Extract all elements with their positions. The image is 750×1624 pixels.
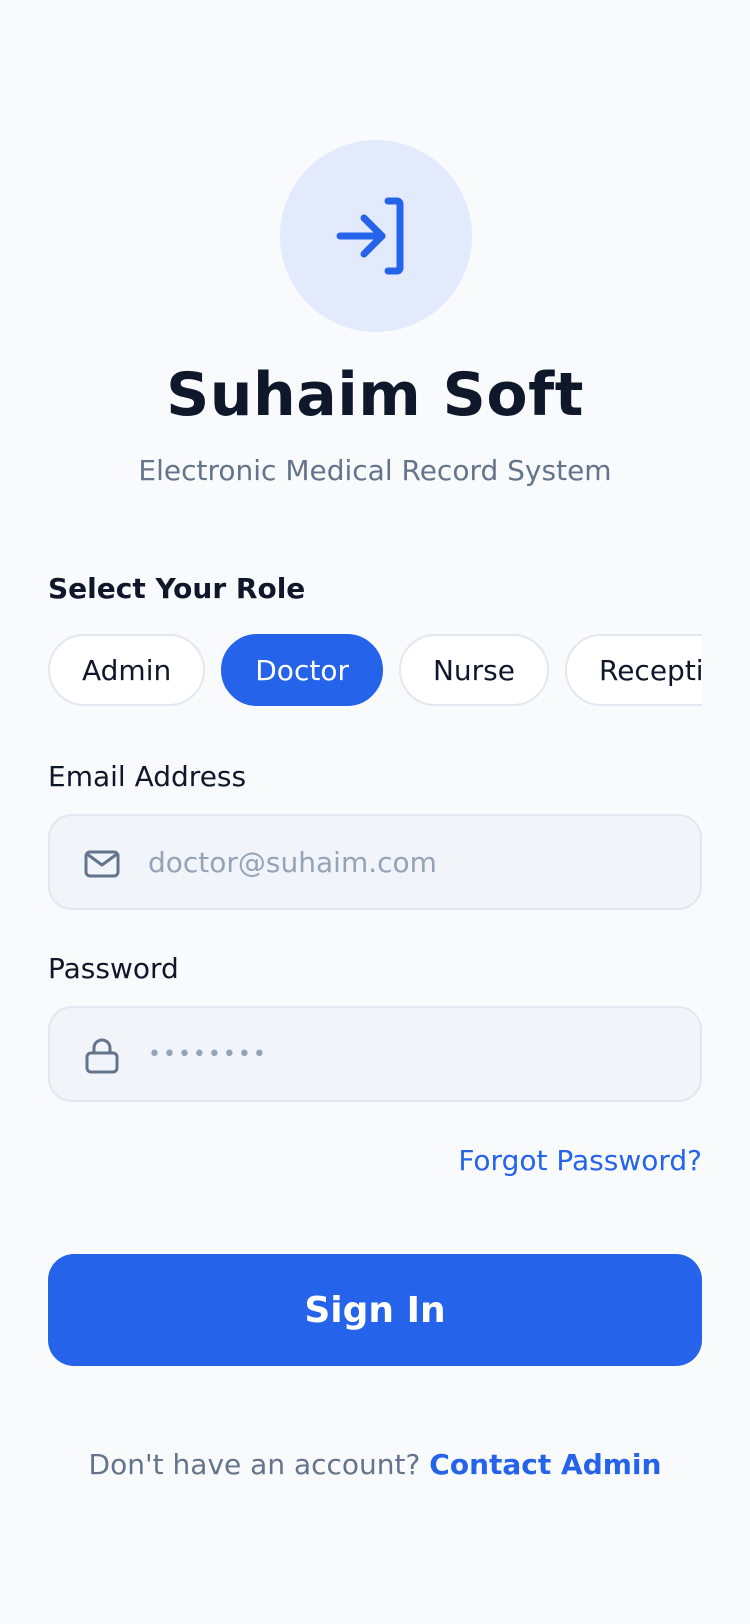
email-label: Email Address (48, 760, 247, 793)
email-field[interactable]: doctor@suhaim.com (48, 814, 702, 910)
sign-in-icon (336, 197, 404, 275)
footer: Don't have an account? Contact Admin (0, 1448, 750, 1481)
footer-prompt: Don't have an account? (88, 1448, 421, 1481)
email-placeholder: doctor@suhaim.com (148, 845, 437, 879)
contact-admin-link[interactable]: Contact Admin (429, 1448, 661, 1481)
role-selector[interactable]: Admin Doctor Nurse Receptionist (48, 634, 702, 710)
password-label: Password (48, 952, 179, 985)
app-subtitle: Electronic Medical Record System (138, 454, 612, 487)
mail-icon (84, 850, 120, 878)
role-section-label: Select Your Role (48, 572, 306, 605)
role-chip-doctor[interactable]: Doctor (221, 634, 383, 706)
sign-in-button[interactable]: Sign In (48, 1254, 702, 1366)
forgot-password-link[interactable]: Forgot Password? (458, 1144, 702, 1177)
login-screen: Suhaim Soft Electronic Medical Record Sy… (0, 0, 750, 1624)
role-chip-nurse[interactable]: Nurse (398, 634, 549, 706)
role-chip-receptionist[interactable]: Receptionist (565, 634, 702, 706)
password-placeholder: •••••••• (148, 1041, 268, 1067)
role-chip-admin[interactable]: Admin (48, 634, 206, 706)
app-logo (280, 140, 472, 332)
app-title: Suhaim Soft (166, 360, 584, 430)
password-field[interactable]: •••••••• (48, 1006, 702, 1102)
lock-icon (85, 1038, 119, 1074)
